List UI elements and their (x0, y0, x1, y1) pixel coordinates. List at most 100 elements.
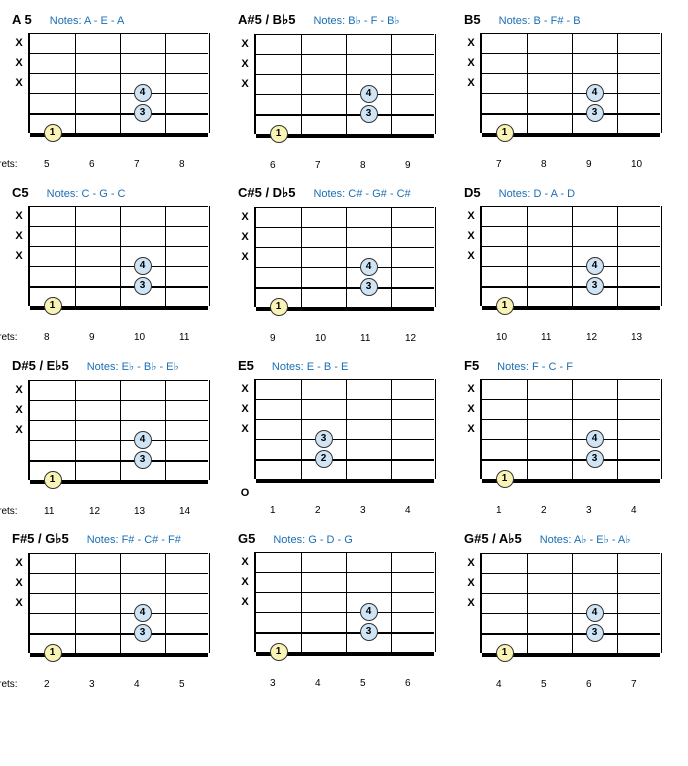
string-markers: XXX (464, 33, 478, 153)
string-marker (238, 134, 252, 154)
notes-value: E - B - E (307, 361, 349, 373)
string-marker (464, 266, 478, 286)
string-marker (12, 440, 26, 460)
fret-number: 5 (525, 679, 570, 690)
notes-value: G - D - G (308, 534, 353, 546)
fret-number: 2 (525, 505, 570, 516)
string-markers: XXX (238, 207, 252, 327)
string-marker: X (238, 379, 252, 399)
fretboard: 431 (28, 380, 208, 480)
root-finger-dot: 1 (270, 643, 288, 661)
chord-notes: Notes: D - A - D (499, 188, 575, 200)
notes-value: B - F# - B (533, 15, 580, 27)
finger-dot: 2 (315, 450, 333, 468)
chord-notes: Notes: F# - C# - F# (87, 534, 181, 546)
fret-number: 7 (615, 679, 660, 690)
string-marker (464, 93, 478, 113)
fret-number: 8 (28, 332, 73, 343)
fret-number: 5 (163, 679, 208, 690)
string-markers: XXX (12, 380, 26, 500)
notes-value: C - G - C (81, 188, 125, 200)
notes-value: F - C - F (532, 361, 573, 373)
fret-number: 5 (28, 159, 73, 170)
fret-labels: 10111213 (480, 332, 676, 343)
finger-dot: 3 (134, 624, 152, 642)
string-marker: X (464, 593, 478, 613)
finger-dot: 4 (586, 604, 604, 622)
string-marker (464, 306, 478, 326)
fret-number: 10 (299, 333, 344, 344)
chord-diagram: D5Notes: D - A - DXXX43110111213 (464, 185, 676, 344)
string-markers: XXX (12, 33, 26, 153)
fretboard: 32 (254, 379, 434, 479)
string-marker: X (464, 246, 478, 266)
string-marker: X (464, 419, 478, 439)
notes-prefix: Notes: (313, 15, 348, 27)
string-marker: X (12, 573, 26, 593)
chord-diagram: C5Notes: C - G - CXXX431Frets:891011 (12, 185, 224, 344)
string-marker: X (464, 379, 478, 399)
chord-diagram: F#5 / G♭5Notes: F# - C# - F#XXX431Frets:… (12, 531, 224, 690)
chord-diagram: G5Notes: G - D - GXXX4313456 (238, 531, 450, 690)
root-finger-dot: 1 (44, 297, 62, 315)
chord-notes: Notes: F - C - F (497, 361, 573, 373)
string-marker (464, 113, 478, 133)
fret-number: 7 (480, 159, 525, 170)
string-marker (238, 632, 252, 652)
notes-prefix: Notes: (499, 188, 534, 200)
root-finger-dot: 1 (270, 298, 288, 316)
fret-number: 1 (254, 505, 299, 516)
fret-labels: 78910 (480, 159, 676, 170)
notes-prefix: Notes: (540, 534, 574, 546)
string-markers: XXX (464, 553, 478, 673)
string-marker: X (12, 593, 26, 613)
chord-diagram: D#5 / E♭5Notes: E♭ - B♭ - E♭XXX431Frets:… (12, 358, 224, 517)
fretboard: 431 (480, 33, 660, 133)
fret-labels: 9101112 (254, 333, 450, 344)
string-marker: X (238, 54, 252, 74)
finger-dot: 3 (360, 105, 378, 123)
fret-number: 11 (28, 506, 73, 517)
fret-number: 11 (525, 332, 570, 343)
finger-dot: 4 (134, 257, 152, 275)
string-markers: XXX (464, 206, 478, 326)
notes-prefix: Notes: (87, 361, 122, 373)
string-marker: X (238, 34, 252, 54)
notes-value: F# - C# - F# (122, 534, 181, 546)
string-marker (12, 480, 26, 500)
chord-name: F5 (464, 358, 479, 373)
notes-prefix: Notes: (47, 188, 82, 200)
string-marker: X (238, 419, 252, 439)
fret-number: 8 (525, 159, 570, 170)
notes-value: A - E - A (84, 15, 124, 27)
finger-dot: 3 (134, 277, 152, 295)
string-marker: X (464, 226, 478, 246)
string-marker (12, 613, 26, 633)
fret-number: 2 (28, 679, 73, 690)
fret-number: 12 (570, 332, 615, 343)
fret-number: 3 (254, 678, 299, 689)
string-marker (464, 633, 478, 653)
fret-labels: 3456 (254, 678, 450, 689)
string-marker: X (238, 592, 252, 612)
string-marker: X (238, 247, 252, 267)
string-marker (12, 633, 26, 653)
string-marker (238, 267, 252, 287)
frets-prefix: Frets: (0, 506, 8, 517)
string-marker: X (238, 572, 252, 592)
root-finger-dot: 1 (44, 644, 62, 662)
chord-diagram: C#5 / D♭5Notes: C# - G# - C#XXX431910111… (238, 185, 450, 344)
notes-prefix: Notes: (87, 534, 122, 546)
string-marker: X (12, 553, 26, 573)
fret-labels: Frets:5678 (28, 159, 224, 170)
chord-notes: Notes: B♭ - F - B♭ (313, 14, 399, 27)
string-marker: X (464, 53, 478, 73)
finger-dot: 4 (586, 257, 604, 275)
string-marker: X (12, 400, 26, 420)
fret-number: 11 (344, 333, 389, 344)
chord-name: G#5 / A♭5 (464, 531, 522, 547)
finger-dot: 3 (360, 623, 378, 641)
fret-labels: 1234 (254, 505, 450, 516)
string-markers: XXX (12, 206, 26, 326)
string-marker (464, 133, 478, 153)
